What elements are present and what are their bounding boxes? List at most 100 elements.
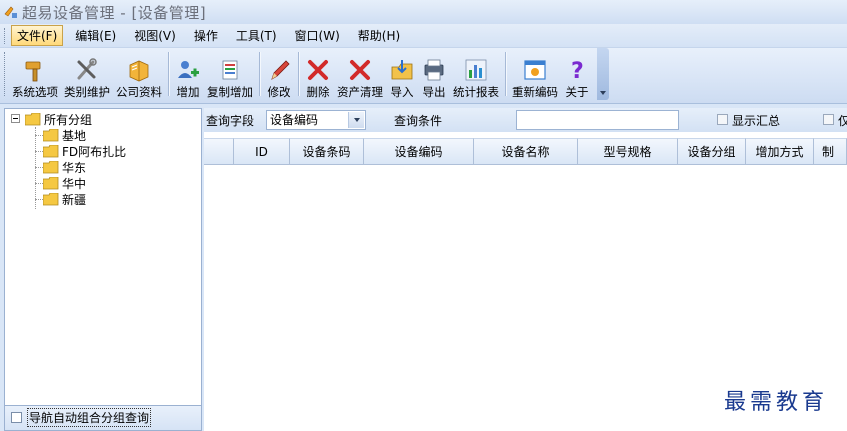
column-header-indicator bbox=[204, 138, 234, 165]
column-header-group[interactable]: 设备分组 bbox=[678, 138, 746, 165]
column-header-barcode[interactable]: 设备条码 bbox=[290, 138, 364, 165]
stats-report-button[interactable]: 统计报表 bbox=[450, 51, 502, 99]
toolbar: 系统选项 类别维护 公司资料 增加 复制增加 修改 删除 资产清理 导入 导出 … bbox=[0, 47, 847, 104]
menu-bar: 文件(F) 编辑(E) 视图(V) 操作 工具(T) 窗口(W) 帮助(H) bbox=[0, 24, 847, 48]
tree-connector bbox=[35, 199, 43, 200]
tree-collapse-toggle[interactable] bbox=[11, 114, 20, 123]
bar-chart-icon bbox=[465, 59, 487, 81]
menu-edit[interactable]: 编辑(E) bbox=[69, 25, 122, 46]
tree-node-base[interactable]: 基地 bbox=[43, 127, 86, 143]
tree-node-east-china[interactable]: 华东 bbox=[43, 159, 86, 175]
extra-option-checkbox[interactable] bbox=[823, 114, 834, 125]
folder-icon bbox=[25, 112, 41, 125]
asset-clear-button[interactable]: 资产清理 bbox=[334, 51, 386, 99]
title-bar: 超易设备管理 - [设备管理] bbox=[0, 0, 847, 24]
category-maintain-button[interactable]: 类别维护 bbox=[61, 51, 113, 99]
edit-button[interactable]: 修改 bbox=[263, 51, 295, 99]
menu-help[interactable]: 帮助(H) bbox=[352, 25, 406, 46]
system-options-button[interactable]: 系统选项 bbox=[9, 51, 61, 99]
window-title: 超易设备管理 - [设备管理] bbox=[22, 3, 207, 22]
tree-node-xinjiang[interactable]: 新疆 bbox=[43, 191, 86, 207]
column-header-manufacturer[interactable]: 制 bbox=[814, 138, 847, 165]
edit-label: 修改 bbox=[267, 85, 291, 99]
column-header-id[interactable]: ID bbox=[234, 138, 290, 165]
delete-button[interactable]: 删除 bbox=[302, 51, 334, 99]
folder-icon bbox=[43, 128, 59, 141]
toolbar-overflow-button[interactable] bbox=[597, 47, 609, 100]
tree-node-label: FD阿布扎比 bbox=[62, 144, 127, 159]
book-icon bbox=[129, 60, 149, 82]
group-tree-panel: 所有分组 基地 FD阿布扎比 华东 华中 新疆 bbox=[4, 108, 202, 406]
menu-view[interactable]: 视图(V) bbox=[128, 25, 182, 46]
copy-add-icon bbox=[222, 60, 238, 80]
help-icon: ? bbox=[571, 59, 584, 83]
copy-add-label: 复制增加 bbox=[207, 85, 253, 99]
system-options-label: 系统选项 bbox=[12, 85, 58, 99]
toolbar-separator bbox=[505, 51, 506, 96]
tree-node-label: 所有分组 bbox=[44, 112, 93, 127]
tree-node-root[interactable]: 所有分组 bbox=[25, 111, 92, 127]
menu-window[interactable]: 窗口(W) bbox=[289, 25, 346, 46]
delete-icon bbox=[308, 60, 328, 80]
tree-node-fd-abudhabi[interactable]: FD阿布扎比 bbox=[43, 143, 126, 159]
add-button[interactable]: 增加 bbox=[172, 51, 204, 99]
app-icon bbox=[4, 6, 17, 18]
auto-group-query-checkbox[interactable] bbox=[11, 412, 22, 423]
column-header-model[interactable]: 型号规格 bbox=[578, 138, 678, 165]
extra-option-label: 仅 bbox=[838, 114, 847, 128]
column-header-add-method[interactable]: 增加方式 bbox=[746, 138, 814, 165]
tree-connector bbox=[35, 127, 36, 209]
import-button[interactable]: 导入 bbox=[386, 51, 418, 99]
toolbar-grip[interactable] bbox=[4, 51, 7, 96]
company-info-button[interactable]: 公司资料 bbox=[113, 51, 165, 99]
auto-group-query-label[interactable]: 导航自动组合分组查询 bbox=[27, 408, 152, 427]
delete-label: 删除 bbox=[306, 85, 330, 99]
menu-file[interactable]: 文件(F) bbox=[11, 25, 64, 46]
company-info-label: 公司资料 bbox=[116, 85, 162, 99]
copy-add-button[interactable]: 复制增加 bbox=[204, 51, 256, 99]
menubar-grip[interactable] bbox=[4, 27, 7, 44]
tools-icon bbox=[77, 58, 97, 80]
watermark: 最需教育 bbox=[724, 390, 829, 415]
query-condition-input[interactable] bbox=[516, 110, 679, 130]
folder-icon bbox=[43, 176, 59, 189]
export-label: 导出 bbox=[422, 85, 446, 99]
recode-label: 重新编码 bbox=[512, 85, 558, 99]
tree-node-label: 基地 bbox=[62, 128, 87, 143]
export-icon bbox=[424, 59, 444, 81]
tree-node-label: 华东 bbox=[62, 160, 87, 175]
tree-node-label: 新疆 bbox=[62, 192, 87, 207]
folder-icon bbox=[43, 192, 59, 205]
asset-clear-label: 资产清理 bbox=[337, 85, 383, 99]
folder-icon bbox=[43, 160, 59, 173]
tree-connector bbox=[35, 183, 43, 184]
column-header-name[interactable]: 设备名称 bbox=[474, 138, 578, 165]
category-maintain-label: 类别维护 bbox=[64, 85, 110, 99]
toolbar-separator bbox=[259, 51, 260, 96]
add-user-icon bbox=[178, 61, 199, 78]
left-panel-footer: 导航自动组合分组查询 bbox=[4, 406, 202, 431]
about-button[interactable]: ? 关于 bbox=[561, 51, 593, 99]
import-label: 导入 bbox=[390, 85, 414, 99]
recode-icon bbox=[524, 60, 546, 80]
export-button[interactable]: 导出 bbox=[418, 51, 450, 99]
folder-icon bbox=[43, 144, 59, 157]
menu-operation[interactable]: 操作 bbox=[188, 25, 224, 46]
chevron-down-icon[interactable] bbox=[348, 112, 364, 128]
add-label: 增加 bbox=[176, 85, 200, 99]
recode-button[interactable]: 重新编码 bbox=[509, 51, 561, 99]
show-summary-label: 显示汇总 bbox=[732, 114, 781, 128]
column-header-code[interactable]: 设备编码 bbox=[364, 138, 474, 165]
grid-header: ID 设备条码 设备编码 设备名称 型号规格 设备分组 增加方式 制 bbox=[204, 138, 847, 165]
menu-tools[interactable]: 工具(T) bbox=[230, 25, 283, 46]
svg-text:?: ? bbox=[571, 59, 584, 83]
stats-report-label: 统计报表 bbox=[453, 85, 499, 99]
query-condition-label: 查询条件 bbox=[394, 114, 443, 128]
tree-connector bbox=[35, 135, 43, 136]
show-summary-checkbox[interactable] bbox=[717, 114, 728, 125]
tree-node-central-china[interactable]: 华中 bbox=[43, 175, 86, 191]
query-field-value: 设备编码 bbox=[270, 113, 319, 127]
tree-node-label: 华中 bbox=[62, 176, 87, 191]
query-field-select[interactable]: 设备编码 bbox=[266, 110, 366, 130]
hammer-icon bbox=[25, 61, 41, 82]
